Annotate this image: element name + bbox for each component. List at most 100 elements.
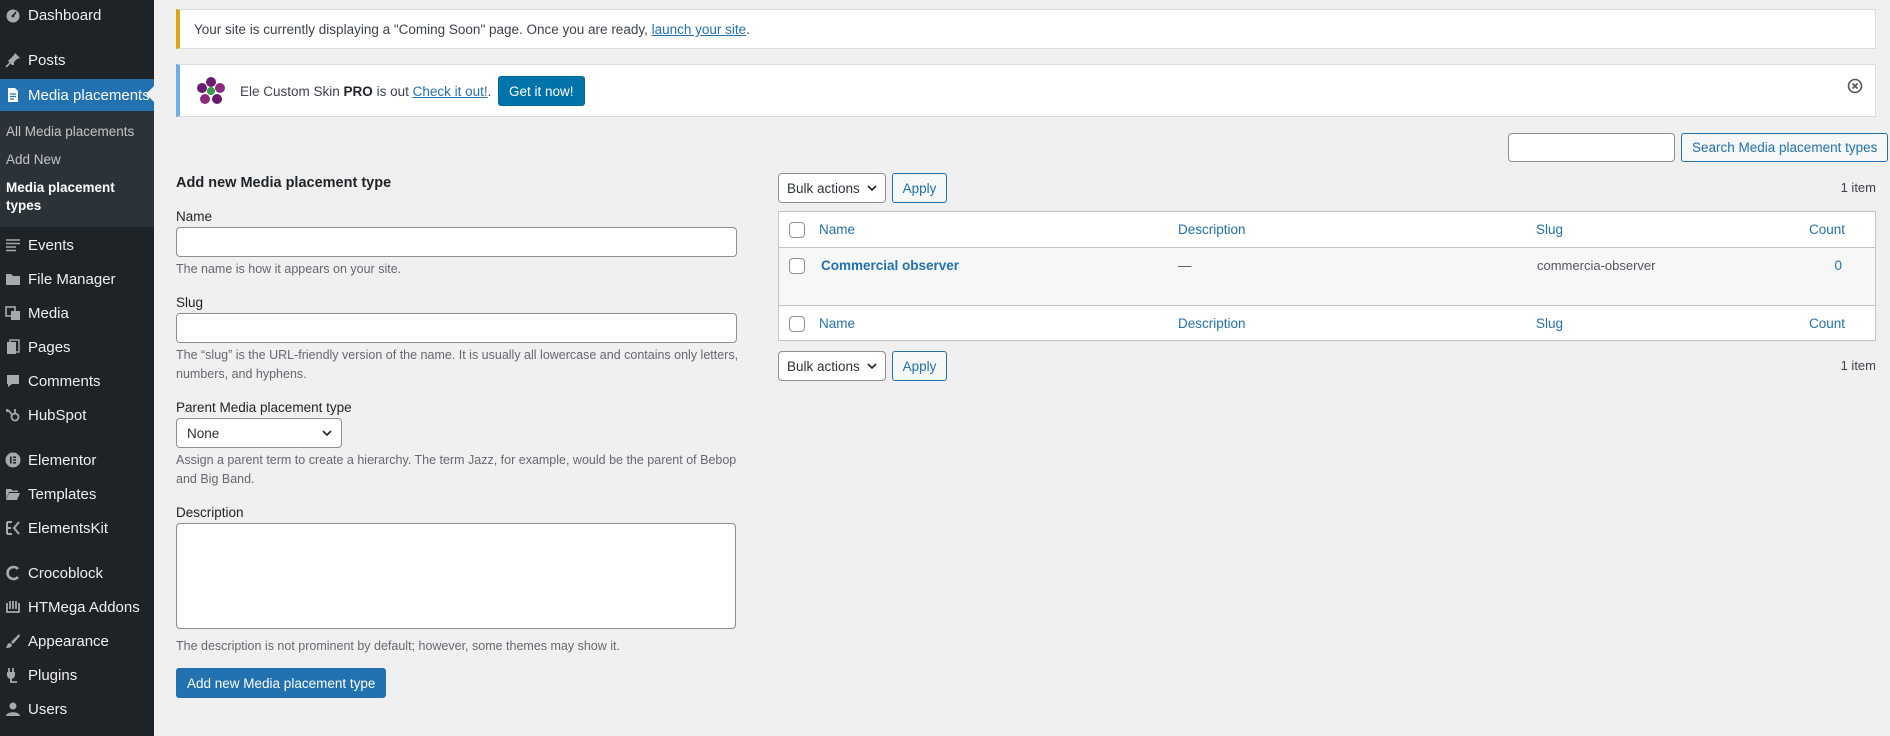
menu-crocoblock-label: Crocoblock bbox=[28, 564, 104, 582]
menu-media-placements[interactable]: Media placements bbox=[0, 79, 154, 111]
term-description: — bbox=[1178, 258, 1192, 273]
column-footer-count[interactable]: Count bbox=[1809, 316, 1845, 331]
menu-media-label: Media bbox=[28, 304, 69, 322]
media-placements-submenu: All Media placements Add New Media place… bbox=[0, 111, 154, 227]
menu-events-label: Events bbox=[28, 236, 74, 254]
menu-media[interactable]: Media bbox=[0, 298, 154, 328]
media-icon bbox=[0, 305, 26, 321]
column-footer-description[interactable]: Description bbox=[1178, 316, 1246, 331]
select-all-checkbox[interactable] bbox=[789, 222, 805, 238]
column-header-count[interactable]: Count bbox=[1809, 222, 1845, 237]
menu-posts[interactable]: Posts bbox=[0, 45, 154, 75]
column-footer-name[interactable]: Name bbox=[819, 316, 855, 331]
elementskit-icon bbox=[0, 520, 26, 536]
plug-icon bbox=[0, 667, 26, 683]
form-title: Add new Media placement type bbox=[176, 175, 392, 191]
description-label: Description bbox=[176, 505, 244, 520]
menu-file-manager[interactable]: File Manager bbox=[0, 264, 154, 294]
paintbrush-icon bbox=[0, 633, 26, 649]
term-slug: commercia-observer bbox=[1537, 258, 1656, 273]
menu-hubspot-label: HubSpot bbox=[28, 406, 87, 424]
menu-htmega[interactable]: HTMega Addons bbox=[0, 592, 154, 622]
menu-crocoblock[interactable]: Crocoblock bbox=[0, 558, 154, 588]
ele-custom-skin-notice: Ele Custom Skin PRO is out Check it out!… bbox=[176, 64, 1876, 117]
add-new-type-button[interactable]: Add new Media placement type bbox=[176, 668, 387, 698]
description-textarea[interactable] bbox=[176, 523, 736, 629]
bulk-actions-label: Bulk actions bbox=[787, 180, 860, 196]
menu-events[interactable]: Events bbox=[0, 230, 154, 260]
search-input[interactable] bbox=[1508, 133, 1675, 162]
ecs-period: . bbox=[487, 84, 492, 99]
menu-users-label: Users bbox=[28, 700, 68, 718]
slug-input[interactable] bbox=[176, 313, 737, 343]
menu-users[interactable]: Users bbox=[0, 694, 154, 724]
submenu-media-placement-types[interactable]: Media placement types bbox=[6, 179, 146, 215]
ecs-text-start: Ele Custom Skin bbox=[240, 84, 344, 99]
chevron-down-icon bbox=[322, 430, 332, 437]
search-media-placement-types-button[interactable]: Search Media placement types bbox=[1681, 133, 1889, 162]
bulk-actions-label: Bulk actions bbox=[787, 358, 860, 374]
ele-custom-skin-logo bbox=[197, 77, 225, 104]
menu-dashboard[interactable]: Dashboard bbox=[0, 0, 154, 30]
term-count-link[interactable]: 0 bbox=[1834, 258, 1842, 273]
item-count-bottom: 1 item bbox=[1840, 358, 1876, 373]
select-all-checkbox-footer[interactable] bbox=[789, 316, 805, 332]
chevron-down-icon bbox=[867, 185, 877, 192]
column-header-name[interactable]: Name bbox=[819, 222, 855, 237]
terms-table: Name Description Slug Count Commercial o… bbox=[778, 211, 1876, 341]
coming-soon-message: Your site is currently displaying a "Com… bbox=[194, 22, 652, 37]
parent-help-text: Assign a parent term to create a hierarc… bbox=[176, 453, 737, 486]
document-icon bbox=[0, 87, 26, 103]
bulk-actions-select-top[interactable]: Bulk actions bbox=[778, 173, 886, 203]
get-it-now-button[interactable]: Get it now! bbox=[498, 76, 585, 106]
coming-soon-period: . bbox=[746, 22, 750, 37]
parent-select-value: None bbox=[187, 425, 220, 441]
htmega-icon bbox=[0, 599, 26, 615]
name-input[interactable] bbox=[176, 227, 737, 257]
ecs-pro-text: PRO bbox=[343, 84, 373, 99]
hubspot-icon bbox=[0, 407, 26, 423]
check-it-out-link[interactable]: Check it out! bbox=[413, 84, 488, 99]
menu-dashboard-label: Dashboard bbox=[28, 6, 102, 24]
menu-templates-label: Templates bbox=[28, 485, 97, 503]
menu-elementor[interactable]: Elementor bbox=[0, 445, 154, 475]
launch-site-link[interactable]: launch your site bbox=[652, 22, 747, 37]
menu-elementor-label: Elementor bbox=[28, 451, 97, 469]
term-name-link[interactable]: Commercial observer bbox=[821, 258, 959, 273]
table-row: Commercial observer — commercia-observer… bbox=[779, 248, 1875, 305]
menu-comments[interactable]: Comments bbox=[0, 366, 154, 396]
submenu-add-new[interactable]: Add New bbox=[6, 152, 61, 167]
bulk-actions-select-bottom[interactable]: Bulk actions bbox=[778, 351, 886, 381]
dashboard-icon bbox=[0, 7, 26, 23]
row-checkbox[interactable] bbox=[789, 258, 805, 274]
submenu-all-media-placements[interactable]: All Media placements bbox=[6, 124, 134, 139]
menu-plugins-label: Plugins bbox=[28, 666, 78, 684]
menu-elementskit-label: ElementsKit bbox=[28, 519, 109, 537]
admin-sidebar: Dashboard Posts Media placements All Med… bbox=[0, 0, 154, 736]
menu-posts-label: Posts bbox=[28, 51, 66, 69]
description-help-text: The description is not prominent by defa… bbox=[176, 639, 620, 653]
apply-button-top[interactable]: Apply bbox=[892, 173, 947, 203]
crocoblock-icon bbox=[0, 565, 26, 581]
folder-open-icon bbox=[0, 486, 26, 502]
pin-icon bbox=[0, 52, 26, 68]
menu-hubspot[interactable]: HubSpot bbox=[0, 400, 154, 430]
menu-elementskit[interactable]: ElementsKit bbox=[0, 513, 154, 543]
menu-pages[interactable]: Pages bbox=[0, 332, 154, 362]
menu-pages-label: Pages bbox=[28, 338, 71, 356]
menu-templates[interactable]: Templates bbox=[0, 479, 154, 509]
menu-plugins[interactable]: Plugins bbox=[0, 660, 154, 690]
apply-button-bottom[interactable]: Apply bbox=[892, 351, 947, 381]
column-header-description[interactable]: Description bbox=[1178, 222, 1246, 237]
slug-help-text: The “slug” is the URL-friendly version o… bbox=[176, 348, 739, 381]
elementor-icon bbox=[0, 452, 26, 468]
slug-label: Slug bbox=[176, 295, 204, 310]
item-count-top: 1 item bbox=[1840, 180, 1876, 195]
menu-htmega-label: HTMega Addons bbox=[28, 598, 140, 616]
menu-appearance[interactable]: Appearance bbox=[0, 626, 154, 656]
menu-appearance-label: Appearance bbox=[28, 632, 109, 650]
column-header-slug[interactable]: Slug bbox=[1536, 222, 1563, 237]
parent-select[interactable]: None bbox=[176, 418, 342, 448]
dismiss-notice-icon[interactable] bbox=[1847, 78, 1863, 94]
column-footer-slug[interactable]: Slug bbox=[1536, 316, 1563, 331]
